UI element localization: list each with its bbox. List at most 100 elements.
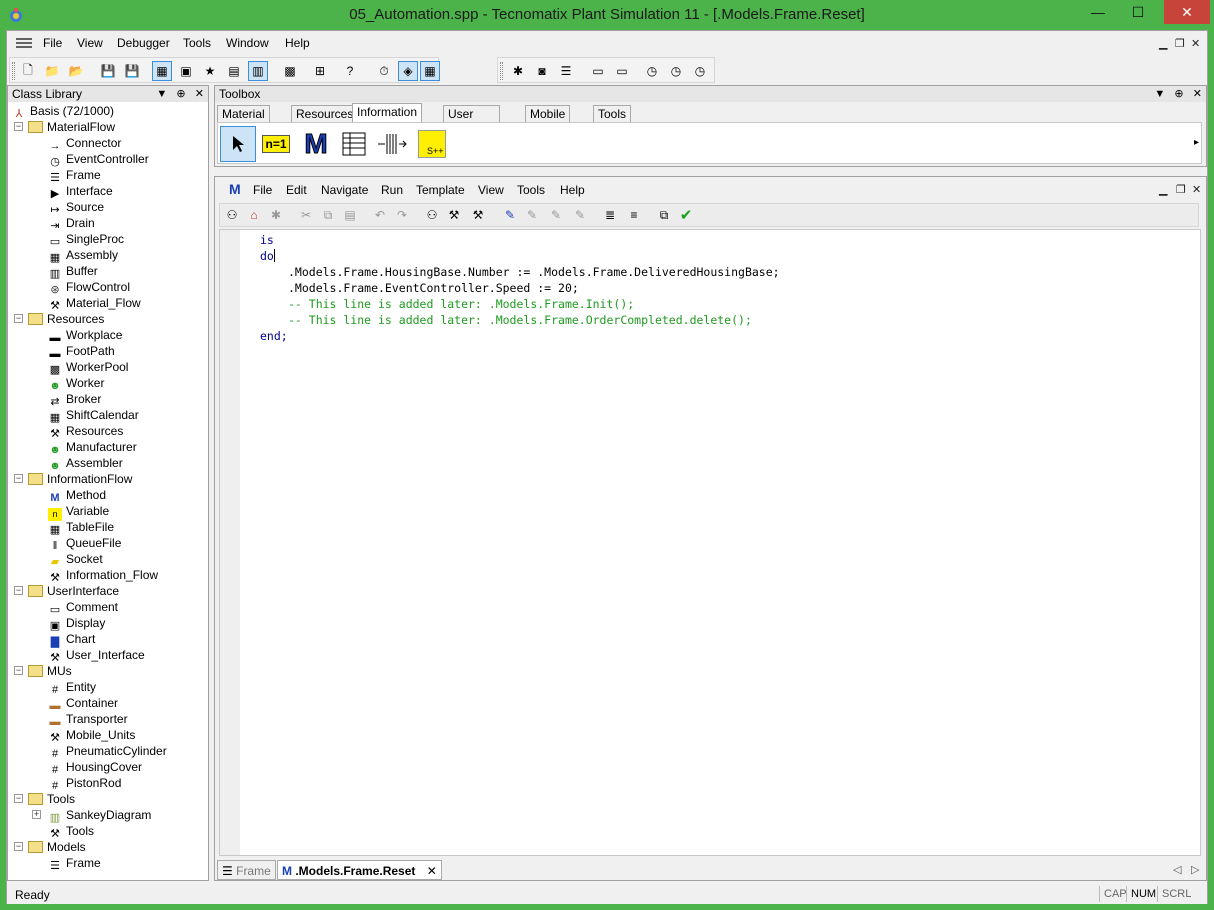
pin-icon[interactable]: ⊕: [1174, 88, 1183, 100]
editor-menu-view[interactable]: View: [478, 183, 504, 197]
bookmark-next-icon[interactable]: ✎: [522, 205, 542, 225]
save-all-icon[interactable]: 💾: [122, 61, 142, 81]
tree-item[interactable]: # PneumaticCylinder: [48, 743, 167, 760]
tab-next-arrow[interactable]: ▷: [1191, 863, 1199, 876]
editor-menu-tools[interactable]: Tools: [517, 183, 545, 197]
bookmark-icon[interactable]: ✎: [500, 205, 520, 225]
model-icon[interactable]: ▦: [420, 61, 440, 81]
tree-item[interactable]: ▦ Assembly: [48, 247, 118, 264]
console-icon[interactable]: ▤: [224, 61, 244, 81]
toolbar-grip[interactable]: [12, 62, 15, 80]
method-tool[interactable]: M: [298, 126, 334, 162]
replace-icon[interactable]: ⚒: [468, 205, 488, 225]
redo-icon[interactable]: ↷: [392, 205, 412, 225]
3d-view-icon[interactable]: ▣: [176, 61, 196, 81]
tab-mobile-units[interactable]: Mobile Units: [525, 105, 571, 137]
editor-menu-template[interactable]: Template: [416, 183, 465, 197]
bookmark-clear-icon[interactable]: ✎: [570, 205, 590, 225]
tree-item[interactable]: ◷ EventController: [48, 151, 149, 168]
tree-item[interactable]: ☰ Frame: [48, 855, 101, 872]
editor-menu-navigate[interactable]: Navigate: [321, 183, 368, 197]
tree-item[interactable]: ▦ TableFile: [48, 519, 114, 536]
tree-item[interactable]: ⚒ Material_Flow: [48, 295, 141, 312]
step-icon[interactable]: ☰: [556, 61, 576, 81]
tree-item[interactable]: ▥ Buffer: [48, 263, 98, 280]
dropdown-icon[interactable]: ▼: [1154, 88, 1165, 100]
doc-tab-close-icon[interactable]: ✕: [427, 864, 437, 878]
timer-start-icon[interactable]: ◷: [642, 61, 662, 81]
tree-item[interactable]: M Method: [48, 487, 106, 504]
menu-help[interactable]: Help: [285, 36, 310, 50]
panel-close-icon[interactable]: ✕: [1193, 88, 1202, 100]
dropdown-icon[interactable]: ▼: [156, 88, 167, 100]
mdi-minimize-button[interactable]: ▁: [1159, 37, 1167, 50]
find-next-icon[interactable]: ⚒: [444, 205, 464, 225]
tree-item[interactable]: ▬ Container: [48, 695, 119, 712]
tree-folder[interactable]: UserInterface: [28, 583, 119, 599]
open-icon[interactable]: 📂: [66, 61, 86, 81]
tab-user-interface[interactable]: User Interface: [443, 105, 500, 137]
editor-restore-button[interactable]: ❐: [1176, 183, 1186, 196]
tree-item[interactable]: ▰ Socket: [48, 551, 103, 568]
tree-item[interactable]: ▥ SankeyDiagram: [48, 807, 152, 824]
socket-tool[interactable]: S++: [414, 126, 450, 162]
menu-view[interactable]: View: [77, 36, 103, 50]
minimize-button[interactable]: —: [1084, 0, 1112, 24]
tree-item[interactable]: → Connector: [48, 135, 122, 152]
tree-root[interactable]: ⅄ Basis (72/1000): [12, 103, 114, 120]
tree-collapse-toggle[interactable]: −: [14, 794, 23, 803]
tree-item[interactable]: ▭ Comment: [48, 599, 118, 616]
tree-item[interactable]: # HousingCover: [48, 759, 142, 776]
paste-icon[interactable]: ▤: [340, 205, 360, 225]
tree-item[interactable]: ▬ FootPath: [48, 343, 115, 360]
method-logo-icon[interactable]: M: [229, 181, 241, 197]
queuefile-tool[interactable]: [374, 126, 410, 162]
timer-pause-icon[interactable]: ◷: [666, 61, 686, 81]
close-button[interactable]: ✕: [1164, 0, 1210, 24]
tree-item[interactable]: ▬ Transporter: [48, 711, 128, 728]
editor-menu-help[interactable]: Help: [560, 183, 585, 197]
code-line[interactable]: -- This line is added later: .Models.Fra…: [288, 296, 634, 312]
tree-item[interactable]: ⚒ Tools: [48, 823, 94, 840]
tree-item[interactable]: ☻ Assembler: [48, 455, 122, 472]
tree-item[interactable]: ⚒ Mobile_Units: [48, 727, 135, 744]
apply-checkmark-icon[interactable]: ✔: [676, 205, 696, 225]
tree-item[interactable]: ☰ Frame: [48, 167, 101, 184]
menu-tools[interactable]: Tools: [183, 36, 211, 50]
tree-collapse-toggle[interactable]: −: [14, 842, 23, 851]
doc-tab-frame[interactable]: ☰ Frame: [217, 860, 276, 880]
tab-prev-arrow[interactable]: ◁: [1173, 863, 1181, 876]
tree-item[interactable]: # Entity: [48, 679, 96, 696]
tree-item[interactable]: ↦ Source: [48, 199, 104, 216]
editor-minimize-button[interactable]: ▁: [1159, 183, 1167, 196]
binoculars-icon[interactable]: ⚇: [222, 205, 242, 225]
toolbar-grip[interactable]: [500, 62, 503, 80]
tree-collapse-toggle[interactable]: −: [14, 122, 23, 131]
find-icon[interactable]: ⚇: [422, 205, 442, 225]
pin-icon[interactable]: ⊕: [176, 88, 185, 100]
timer-reset-icon[interactable]: ◷: [690, 61, 710, 81]
menu-file[interactable]: File: [43, 36, 62, 50]
tree-item[interactable]: # PistonRod: [48, 775, 121, 792]
help-icon[interactable]: ?: [340, 61, 360, 81]
panel-close-icon[interactable]: ✕: [195, 88, 204, 100]
tree-expand-toggle[interactable]: +: [32, 810, 41, 819]
library-icon[interactable]: ▩: [280, 61, 300, 81]
network-icon[interactable]: ⊞: [310, 61, 330, 81]
class-library-toggle-icon[interactable]: ▦: [152, 61, 172, 81]
tree-item[interactable]: ⚒ User_Interface: [48, 647, 145, 664]
tablefile-tool[interactable]: [336, 126, 372, 162]
mdi-restore-button[interactable]: ❐: [1175, 37, 1185, 50]
home-icon[interactable]: ⌂: [244, 205, 264, 225]
tree-folder[interactable]: MaterialFlow: [28, 119, 115, 135]
tree-item[interactable]: ▶ Interface: [48, 183, 113, 200]
tree-item[interactable]: ‖ QueueFile: [48, 535, 122, 552]
tab-material-flow[interactable]: Material Flow: [217, 105, 270, 137]
menu-debugger[interactable]: Debugger: [117, 36, 170, 50]
pointer-tool[interactable]: [220, 126, 256, 162]
code-line[interactable]: is: [260, 232, 274, 248]
frame-icon[interactable]: [15, 36, 33, 50]
tree-item[interactable]: ⊛ FlowControl: [48, 279, 130, 296]
tab-resources[interactable]: Resources: [291, 105, 359, 123]
tree-folder[interactable]: Tools: [28, 791, 75, 807]
